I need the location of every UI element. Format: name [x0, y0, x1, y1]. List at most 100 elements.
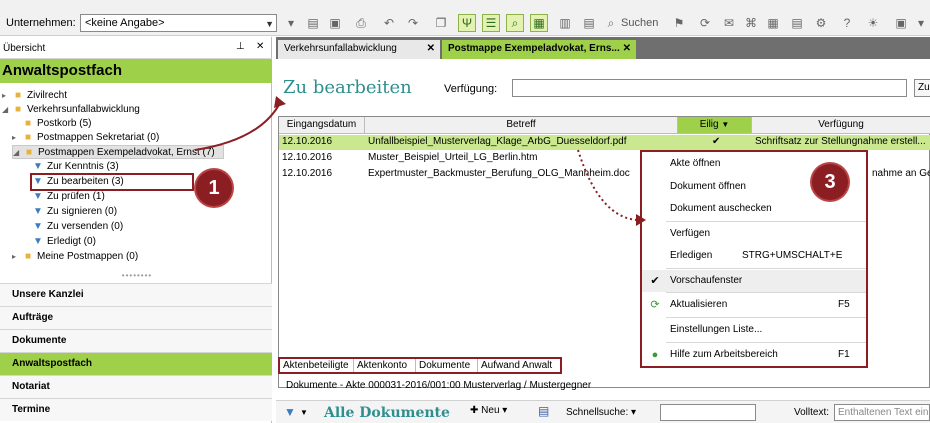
table-icon[interactable]: ▤: [788, 14, 806, 32]
fulltext-input[interactable]: Enthaltenen Text eing: [834, 404, 930, 421]
copy-icon[interactable]: ❐: [432, 14, 450, 32]
menu-label: Dokument öffnen: [670, 181, 746, 192]
menu-separator: [666, 292, 866, 293]
menu-item-einstellungen-liste[interactable]: Einstellungen Liste...: [642, 319, 866, 341]
help-icon[interactable]: ?: [838, 14, 856, 32]
chevron-down-icon[interactable]: ▼: [300, 408, 308, 417]
tab-aktenbeteiligte[interactable]: Aktenbeteiligte: [280, 359, 354, 372]
nav-anwaltspostfach[interactable]: Anwaltspostfach: [0, 352, 272, 375]
menu-item-vorschaufenster[interactable]: ✔ Vorschaufenster: [642, 270, 866, 292]
verfuegung-input[interactable]: [512, 79, 907, 97]
panel-icon[interactable]: ▤: [580, 14, 598, 32]
table-row[interactable]: 12.10.2016 Unfallbeispiel_Musterverlag_K…: [279, 135, 930, 150]
list-view-icon[interactable]: ☰: [482, 14, 500, 32]
close-icon[interactable]: ✕: [256, 41, 264, 52]
menu-item-hilfe[interactable]: ● Hilfe zum Arbeitsbereich F1: [642, 344, 866, 366]
overview-header: Übersicht ⊥ ✕: [0, 37, 272, 59]
preview-icon[interactable]: ⌕: [506, 14, 524, 32]
pin-icon[interactable]: ⊥: [236, 41, 245, 52]
folder-icon: ■: [24, 132, 32, 143]
tip-icon[interactable]: ☀: [864, 14, 882, 32]
tab-aktenkonto[interactable]: Aktenkonto: [354, 359, 416, 372]
tree-label: Erledigt (0): [47, 236, 96, 247]
checkmark-icon: ✔: [650, 275, 660, 287]
tab-aufwand-anwalt[interactable]: Aufwand Anwalt: [478, 359, 560, 372]
export-icon[interactable]: ▣: [892, 14, 910, 32]
layout-icon[interactable]: ▥: [556, 14, 574, 32]
tree-item-postmappen-sekretariat[interactable]: ▸ ■ Postmappen Sekretariat (0): [12, 131, 159, 145]
expand-icon[interactable]: ▸: [2, 89, 12, 103]
refresh-icon[interactable]: ⟳: [696, 14, 714, 32]
col-verfuegung[interactable]: Verfügung: [752, 117, 930, 134]
attachment-icon[interactable]: ⌘: [742, 14, 760, 32]
collapse-icon[interactable]: ◢: [13, 146, 23, 160]
close-icon[interactable]: ✕: [427, 43, 435, 54]
tree-item-meine-postmappen[interactable]: ▸ ■ Meine Postmappen (0): [12, 250, 138, 264]
undo-icon[interactable]: ↶: [380, 14, 398, 32]
col-eilig[interactable]: Eilig ▼: [678, 117, 752, 134]
filter-icon: ▼: [33, 221, 43, 232]
menu-item-aktualisieren[interactable]: ⟳ Aktualisieren F5: [642, 294, 866, 316]
print-icon[interactable]: ⎙: [352, 14, 370, 32]
tree-item-zu-versenden[interactable]: ▼ Zu versenden (0): [32, 220, 123, 234]
tree-item-zivilrecht[interactable]: ▸ ■ Zivilrecht: [2, 89, 67, 103]
nav-unsere-kanzlei[interactable]: Unsere Kanzlei: [0, 283, 272, 306]
tree-item-postkorb[interactable]: ■ Postkorb (5): [12, 117, 92, 131]
nav-termine[interactable]: Termine: [0, 398, 272, 421]
company-select[interactable]: <keine Angabe> ▼: [80, 14, 277, 32]
zu-button[interactable]: Zu: [914, 79, 930, 97]
col-betreff[interactable]: Betreff: [365, 117, 678, 134]
tree-item-erledigt[interactable]: ▼ Erledigt (0): [32, 235, 96, 249]
toolbar-menu-icon[interactable]: ▾: [282, 14, 300, 32]
quicksearch-label[interactable]: Schnellsuche: ▾: [566, 407, 636, 418]
close-icon[interactable]: ✕: [623, 43, 631, 54]
filter-icon: ▼: [33, 191, 43, 202]
new-icon: ✚: [470, 405, 479, 416]
calculator-icon[interactable]: ▦: [764, 14, 782, 32]
menu-label: Dokument auschecken: [670, 203, 772, 214]
collapse-icon[interactable]: ◢: [2, 103, 12, 117]
col-eingangsdatum[interactable]: Eingangsdatum: [279, 117, 365, 134]
mail-icon[interactable]: ✉: [720, 14, 738, 32]
tab-dokumente[interactable]: Dokumente: [416, 359, 478, 372]
cell-date: 12.10.2016: [282, 168, 333, 179]
filter-icon[interactable]: ▼: [284, 405, 296, 419]
overview-title: Übersicht: [3, 43, 46, 54]
document-icon[interactable]: ▤: [538, 404, 549, 418]
more-icon[interactable]: ▾: [912, 14, 930, 32]
tree-item-zur-kenntnis[interactable]: ▼ Zur Kenntnis (3): [32, 160, 119, 174]
search-label[interactable]: Suchen: [621, 17, 658, 29]
menu-item-erledigen[interactable]: Erledigen STRG+UMSCHALT+E: [642, 245, 866, 267]
expand-icon[interactable]: ▸: [12, 250, 22, 264]
nav-label: Dokumente: [12, 335, 67, 346]
tree-view-icon[interactable]: Ψ: [458, 14, 476, 32]
tab-postmappe[interactable]: Postmappe Exempeladvokat, Erns... ✕: [442, 40, 636, 59]
tree-label: Zivilrecht: [27, 90, 68, 101]
new-document-icon[interactable]: ▤: [304, 14, 322, 32]
tree-item-zu-pruefen[interactable]: ▼ Zu prüfen (1): [32, 190, 105, 204]
stamp-icon[interactable]: ⚑: [670, 14, 688, 32]
cell-eilig-checkbox[interactable]: ✔: [709, 135, 729, 149]
tree-item-zu-bearbeiten[interactable]: ▼ Zu bearbeiten (3): [30, 173, 194, 191]
nav-dokumente[interactable]: Dokumente: [0, 329, 272, 352]
tree-item-verkehrsunfall[interactable]: ◢ ■ Verkehrsunfallabwicklung: [2, 103, 140, 117]
quicksearch-input[interactable]: [660, 404, 756, 421]
nav-notariat[interactable]: Notariat: [0, 375, 272, 398]
splitter-grip[interactable]: ••••••••: [112, 272, 162, 280]
tab-verkehrsunfall[interactable]: Verkehrsunfallabwicklung ✕: [278, 40, 440, 59]
sort-down-icon[interactable]: ▼: [721, 120, 729, 129]
nav-auftraege[interactable]: Aufträge: [0, 306, 272, 329]
tree-item-postmappen-exempeladvokat[interactable]: ◢ ■ Postmappen Exempeladvokat, Ernst (7): [12, 145, 224, 159]
search-icon[interactable]: ⌕: [602, 14, 620, 32]
tree-item-zu-signieren[interactable]: ▼ Zu signieren (0): [32, 205, 117, 219]
redo-icon[interactable]: ↷: [404, 14, 422, 32]
grid-view-icon[interactable]: ▦: [530, 14, 548, 32]
settings-icon[interactable]: ⚙: [812, 14, 830, 32]
menu-item-verfuegen[interactable]: Verfügen: [642, 223, 866, 245]
menu-item-dokument-auschecken[interactable]: Dokument auschecken: [642, 198, 866, 220]
tree-label: Postmappen Sekretariat (0): [37, 132, 160, 143]
folder-icon: ■: [14, 90, 22, 101]
expand-icon[interactable]: ▸: [12, 131, 22, 145]
new-button[interactable]: ✚ Neu ▾: [470, 405, 507, 416]
save-icon[interactable]: ▣: [326, 14, 344, 32]
